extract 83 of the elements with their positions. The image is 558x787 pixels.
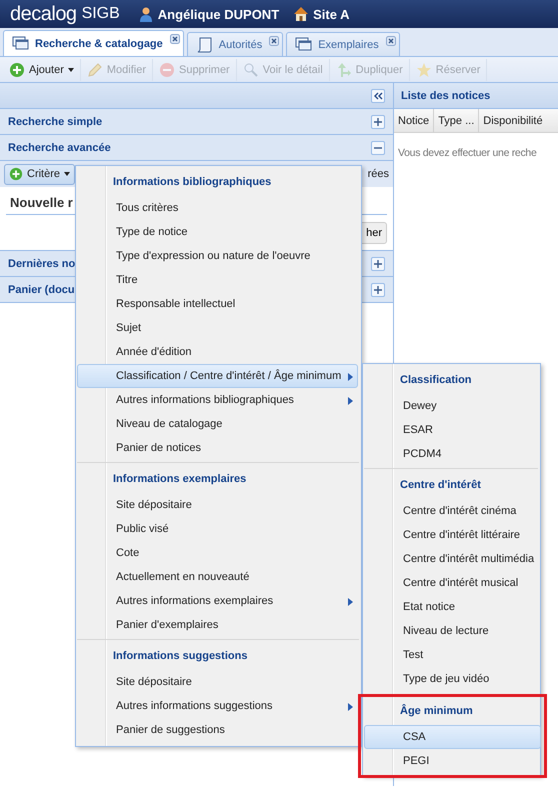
split-arrow-icon (336, 62, 352, 78)
menu-item[interactable]: Actuellement en nouveauté (77, 565, 358, 589)
menu-item[interactable]: Type d'expression ou nature de l'oeuvre (77, 244, 358, 268)
close-icon[interactable] (269, 36, 280, 46)
menu-item[interactable]: Niveau de catalogage (77, 412, 358, 436)
menu-item[interactable]: PEGI (364, 749, 541, 773)
menu-item[interactable]: Classification / Centre d'intérêt / Âge minimum (77, 364, 358, 388)
windows-icon (12, 36, 30, 52)
menu-group-title: Informations suggestions (112, 649, 248, 664)
menu-item[interactable]: Test (364, 643, 537, 667)
menu-item[interactable]: Autres informations bibliographiques (77, 388, 358, 412)
toolbar-button[interactable]: Ajouter (3, 58, 81, 80)
menu-item[interactable]: Autres informations suggestions (77, 694, 358, 718)
star-icon (416, 62, 432, 78)
accordion-header[interactable]: Recherche simple (0, 109, 393, 135)
menu-item[interactable]: Panier de suggestions (77, 718, 358, 742)
menu-item[interactable]: Année d'édition (77, 340, 358, 364)
accordion-header[interactable]: Recherche avancée (0, 135, 393, 161)
column-header[interactable]: Type ... (434, 109, 480, 132)
menu-item[interactable]: Responsable intellectuel (77, 292, 358, 316)
plus-icon (374, 260, 382, 268)
house-icon (293, 6, 310, 22)
caret-icon (64, 172, 70, 176)
menu-item[interactable]: Site dépositaire (77, 670, 358, 694)
app-name: SIGB (82, 5, 120, 23)
collapse-button[interactable] (371, 88, 385, 102)
magnifier-icon (242, 62, 259, 78)
expand-button[interactable] (371, 282, 385, 296)
windows-icon (295, 36, 314, 52)
menu-item[interactable]: Dewey (364, 394, 537, 418)
menu-item[interactable]: Panier d'exemplaires (77, 613, 358, 637)
app-logo: decalog (10, 2, 77, 26)
menu-item[interactable]: Sujet (77, 316, 358, 340)
person-icon (138, 6, 154, 22)
menu-group-title: Informations exemplaires (112, 472, 248, 487)
menu-group-title: Centre d'intérêt (399, 478, 482, 493)
menu-item[interactable]: Public visé (77, 517, 358, 541)
menu-item[interactable]: Cote (77, 541, 358, 565)
section-title: Dernières no (8, 258, 76, 270)
tab[interactable]: Autorités (186, 32, 284, 56)
menu-group-title: Âge minimum (399, 703, 474, 719)
tab[interactable]: Exemplaires (286, 32, 400, 56)
menu-group-title: Informations bibliographiques (112, 175, 272, 190)
pencil-icon (86, 62, 103, 78)
menu-item[interactable]: Autres informations exemplaires (77, 589, 358, 613)
plus-icon (374, 286, 382, 294)
menu-item[interactable]: Site dépositaire (77, 493, 358, 517)
user-name[interactable]: Angélique DUPONT (158, 6, 280, 22)
menu-item[interactable]: Panier de notices (77, 436, 358, 460)
section-title: Panier (docu (8, 284, 75, 296)
close-icon[interactable] (170, 34, 180, 44)
menu-item[interactable]: Centre d'intérêt multimédia (364, 547, 537, 571)
section-title: Recherche simple (8, 116, 102, 128)
column-header[interactable]: Disponibilité (479, 109, 544, 132)
menu-item[interactable]: ESAR (364, 418, 537, 442)
chevrons-icon (374, 92, 382, 100)
site-name[interactable]: Site A (313, 6, 350, 22)
scroll-icon (196, 36, 214, 52)
plus-circle-icon (9, 167, 23, 181)
section-title: Recherche avancée (8, 142, 111, 154)
menu-item[interactable]: Centre d'intérêt musical (364, 571, 537, 595)
expand-button[interactable] (371, 256, 385, 270)
plus-icon (374, 118, 382, 126)
column-header[interactable]: Notice (394, 109, 434, 132)
expand-button[interactable] (371, 140, 385, 154)
expand-button[interactable] (371, 114, 385, 128)
menu-group-title: Classification (399, 373, 473, 388)
toolbar-text[interactable]: rées (368, 168, 389, 180)
menu-item[interactable]: Etat notice (364, 595, 537, 619)
menu-item[interactable]: Titre (77, 268, 358, 292)
menu-item[interactable]: PCDM4 (364, 442, 537, 466)
menu-item[interactable]: CSA (364, 725, 541, 749)
tab[interactable]: Recherche & catalogage (3, 30, 184, 56)
close-icon[interactable] (386, 36, 396, 46)
minus-circle-icon (158, 62, 175, 78)
empty-message: Vous devez effectuer une reche (397, 146, 538, 161)
panel-title: Liste des notices (401, 90, 490, 102)
plus-circle-icon (9, 62, 25, 78)
criteria-button[interactable]: Critère (4, 164, 76, 184)
menu-item[interactable]: Centre d'intérêt littéraire (364, 523, 537, 547)
menu-item[interactable]: Type de jeu vidéo (364, 667, 537, 691)
menu-item[interactable]: Centre d'intérêt cinéma (364, 499, 537, 523)
menu-item[interactable]: Niveau de lecture (364, 619, 537, 643)
